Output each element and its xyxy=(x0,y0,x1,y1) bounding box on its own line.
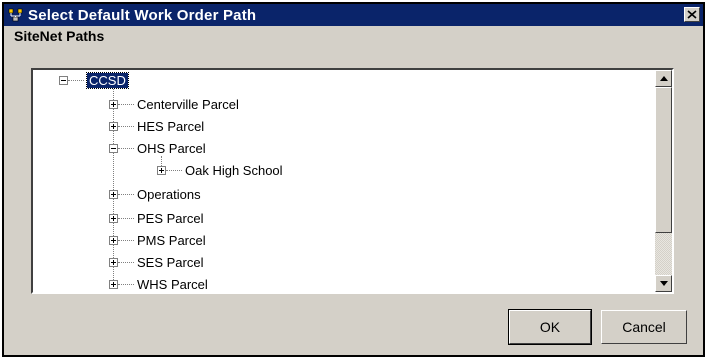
tree-node-label: HES Parcel xyxy=(137,118,205,134)
expand-toggle-icon[interactable] xyxy=(109,213,118,223)
expand-toggle-icon[interactable] xyxy=(109,257,118,267)
close-icon xyxy=(687,10,697,19)
title-bar[interactable]: Select Default Work Order Path xyxy=(4,4,703,26)
expand-toggle-icon[interactable] xyxy=(109,121,118,131)
sitenet-paths-label: SiteNet Paths xyxy=(14,28,105,44)
collapse-toggle-icon[interactable] xyxy=(59,75,68,85)
tree-node-label: SES Parcel xyxy=(137,254,204,270)
select-path-dialog: Select Default Work Order Path SiteNet P… xyxy=(2,2,705,357)
tree-node-pms-parcel[interactable]: PMS Parcel xyxy=(109,230,206,250)
tree-dotted-connector xyxy=(118,261,134,263)
tree-node-label: OHS Parcel xyxy=(137,140,206,156)
tree-node-hes-parcel[interactable]: HES Parcel xyxy=(109,116,204,136)
tree-node-label: PES Parcel xyxy=(137,210,204,226)
tree-node-label: Oak High School xyxy=(185,162,283,178)
arrow-up-icon xyxy=(659,76,668,81)
tree-node-centerville-parcel[interactable]: Centerville Parcel xyxy=(109,94,239,114)
tree-dotted-connector xyxy=(118,283,134,285)
tree-node-label: Operations xyxy=(137,186,201,202)
expand-toggle-icon[interactable] xyxy=(109,279,118,289)
tree-node-label: WHS Parcel xyxy=(137,276,208,292)
tree-node-operations[interactable]: Operations xyxy=(109,184,201,204)
tree-node-ses-parcel[interactable]: SES Parcel xyxy=(109,252,203,272)
tree-content: CCSD Centerville Parcel HES Parcel OHS P… xyxy=(33,70,653,292)
tree-node-ohs-parcel[interactable]: OHS Parcel xyxy=(109,138,206,158)
cancel-button[interactable]: Cancel xyxy=(601,310,687,344)
scroll-up-button[interactable] xyxy=(655,70,672,87)
expand-toggle-icon[interactable] xyxy=(157,165,166,175)
expand-toggle-icon[interactable] xyxy=(109,99,118,109)
tree-node-ccsd[interactable]: CCSD xyxy=(59,70,129,90)
tree-node-label: CCSD xyxy=(86,71,129,89)
tree-dotted-connector xyxy=(166,169,182,171)
network-tree-icon xyxy=(8,7,24,23)
expand-toggle-icon[interactable] xyxy=(109,235,118,245)
tree-node-whs-parcel[interactable]: WHS Parcel xyxy=(109,274,208,292)
tree-dotted-connector xyxy=(118,125,134,127)
tree-dotted-connector xyxy=(118,103,134,105)
tree-dotted-connector xyxy=(118,147,134,149)
expand-toggle-icon[interactable] xyxy=(109,189,118,199)
tree-dotted-connector xyxy=(118,217,134,219)
tree-node-pes-parcel[interactable]: PES Parcel xyxy=(109,208,203,228)
collapse-toggle-icon[interactable] xyxy=(109,143,118,153)
scroll-thumb[interactable] xyxy=(655,87,672,233)
ok-button[interactable]: OK xyxy=(508,309,592,345)
close-button[interactable] xyxy=(684,7,700,22)
tree-node-oak-high-school[interactable]: Oak High School xyxy=(157,160,283,180)
scroll-down-button[interactable] xyxy=(655,275,672,292)
vertical-scrollbar[interactable] xyxy=(655,70,672,292)
tree-dotted-connector xyxy=(118,193,134,195)
tree-node-label: Centerville Parcel xyxy=(137,96,239,112)
tree-dotted-connector xyxy=(68,79,84,81)
dialog-title: Select Default Work Order Path xyxy=(28,6,257,24)
arrow-down-icon xyxy=(659,281,668,286)
sitenet-tree-view[interactable]: CCSD Centerville Parcel HES Parcel OHS P… xyxy=(31,68,674,294)
tree-dotted-connector xyxy=(118,239,134,241)
tree-node-label: PMS Parcel xyxy=(137,232,206,248)
